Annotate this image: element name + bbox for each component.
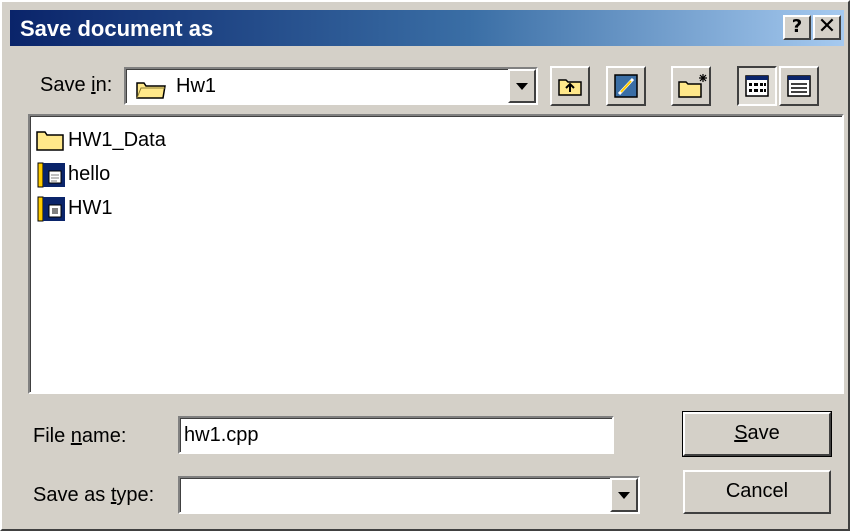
save-in-dropdown-button[interactable]: [508, 69, 536, 103]
title-bar[interactable]: Save document as ? ✕: [10, 10, 844, 46]
save-dialog: Save document as ? ✕ Save in: Hw1 HW1_Da…: [0, 0, 850, 531]
create-new-folder-button[interactable]: [671, 66, 711, 106]
new-folder-icon: [678, 74, 707, 98]
file-name: HW1_Data: [68, 129, 166, 151]
cancel-button[interactable]: Cancel: [683, 470, 831, 514]
folder-up-icon: [558, 79, 582, 96]
help-button[interactable]: ?: [783, 15, 811, 40]
up-one-level-button[interactable]: [550, 66, 590, 106]
list-view-button[interactable]: [737, 66, 777, 106]
source-file-icon: [36, 162, 66, 194]
list-view-icon: [745, 75, 769, 97]
folder-icon: [36, 128, 66, 158]
save-in-value: Hw1: [176, 75, 217, 97]
details-view-button[interactable]: [779, 66, 819, 106]
file-name: HW1: [68, 197, 113, 219]
save-in-dropdown[interactable]: Hw1: [124, 67, 538, 105]
save-as-type-label: Save as type:: [33, 484, 155, 506]
chevron-down-icon: [516, 83, 528, 90]
file-name: hello: [68, 163, 111, 185]
close-button[interactable]: ✕: [813, 15, 841, 40]
save-as-type-dropdown-button[interactable]: [610, 478, 638, 512]
chevron-down-icon: [618, 492, 630, 499]
file-name-input[interactable]: hw1.cpp: [178, 416, 614, 454]
folder-icon: [136, 79, 166, 105]
save-as-type-dropdown[interactable]: [178, 476, 640, 514]
desktop-icon: [614, 74, 638, 98]
file-name-label: File name:: [33, 425, 127, 447]
save-button[interactable]: Save: [682, 411, 832, 457]
save-in-label: Save in:: [40, 74, 113, 96]
desktop-button[interactable]: [606, 66, 646, 106]
file-list[interactable]: HW1_Data hello HW1: [28, 114, 844, 394]
workspace-file-icon: [36, 196, 66, 228]
dialog-title: Save document as: [20, 16, 214, 41]
details-view-icon: [787, 75, 811, 97]
